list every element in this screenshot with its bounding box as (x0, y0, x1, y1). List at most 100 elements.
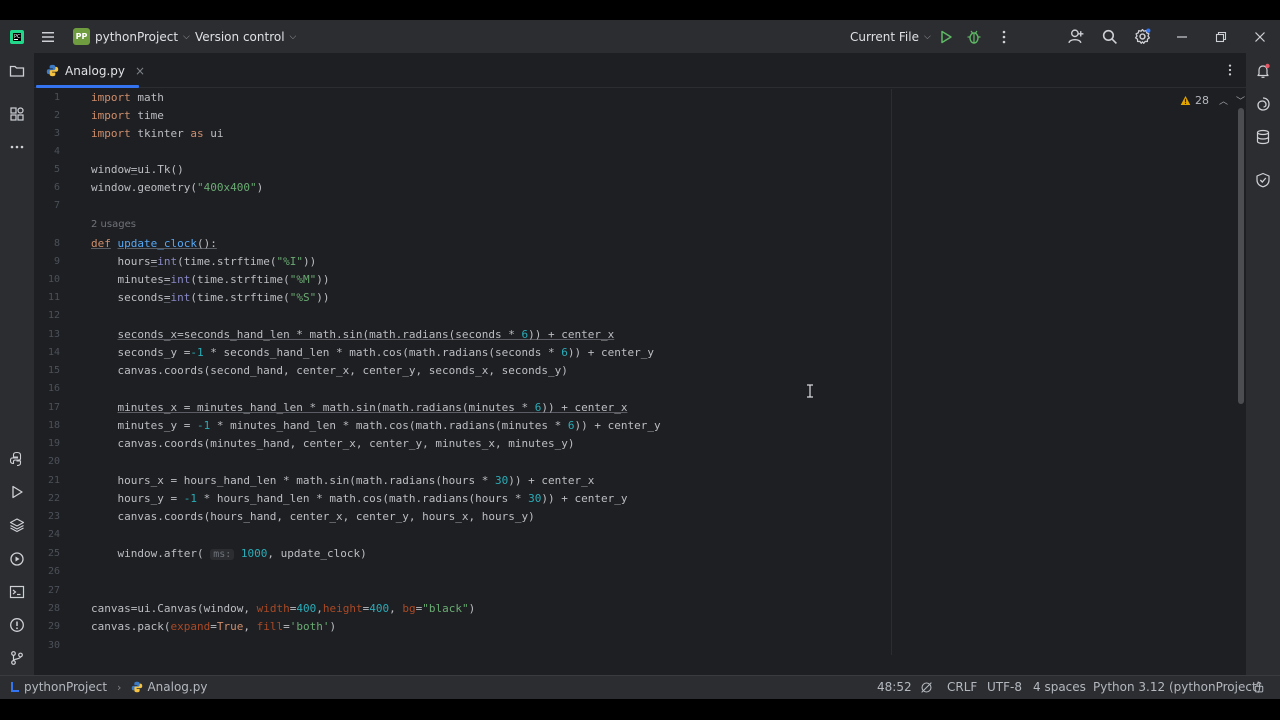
active-tab-indicator (36, 85, 139, 88)
line-separator[interactable]: CRLF (947, 675, 977, 699)
chevron-right-icon: › (117, 680, 122, 694)
code-line[interactable]: import math (91, 89, 164, 107)
settings-icon[interactable] (1134, 20, 1151, 53)
line-number: 26 (47, 566, 60, 577)
line-number: 4 (53, 146, 60, 157)
tab-close-icon[interactable]: × (135, 64, 145, 78)
problems-icon[interactable] (7, 615, 27, 635)
line-number: 22 (47, 493, 60, 504)
git-branch-icon[interactable] (7, 648, 27, 668)
python-interpreter[interactable]: Python 3.12 (pythonProject) (1093, 675, 1261, 699)
run-icon[interactable] (938, 20, 954, 53)
add-user-icon[interactable] (1068, 20, 1085, 53)
more-horizontal-icon[interactable] (7, 137, 27, 157)
screen-letterbox (0, 699, 1280, 720)
power-save-icon[interactable] (920, 675, 933, 699)
line-number: 3 (53, 128, 60, 139)
close-icon[interactable] (1253, 20, 1267, 53)
indent-setting[interactable]: 4 spaces (1033, 675, 1086, 699)
run-tool-icon[interactable] (7, 482, 27, 502)
module-icon (10, 681, 20, 693)
caret-position[interactable]: 48:52 (877, 675, 912, 699)
code-line[interactable]: hours_y = -1 * hours_hand_len * math.cos… (91, 490, 627, 508)
notifications-icon[interactable] (1253, 61, 1273, 81)
shield-check-icon[interactable] (1253, 170, 1273, 190)
database-icon[interactable] (1253, 127, 1273, 147)
code-line[interactable]: hours_x = hours_hand_len * math.sin(math… (91, 472, 594, 490)
run-config-selector[interactable]: Current File ⌵ (850, 20, 931, 53)
line-number: 17 (47, 402, 60, 413)
code-line[interactable]: canvas=ui.Canvas(window, width=400,heigh… (91, 600, 475, 618)
text-cursor-icon (806, 384, 814, 398)
terminal-icon[interactable] (7, 582, 27, 602)
code-editor[interactable]: 1 import math 2 import time 3 import tkinte… (34, 89, 1246, 675)
breadcrumb: pythonProject › Analog.py (10, 675, 207, 699)
code-line[interactable]: hours=int(time.strftime("%I")) (91, 253, 316, 271)
line-number: 1 (53, 92, 60, 103)
tab-analog-py[interactable]: Analog.py × (40, 53, 151, 88)
line-number: 5 (53, 164, 60, 175)
code-line[interactable]: canvas.pack(expand=True, fill='both') (91, 618, 336, 636)
line-number: 15 (47, 365, 60, 376)
code-line[interactable]: minutes_x = minutes_hand_len * math.sin(… (91, 399, 628, 417)
line-number: 14 (47, 347, 60, 358)
line-number: 23 (47, 511, 60, 522)
line-number: 27 (47, 585, 60, 596)
vcs-label: Version control (195, 29, 285, 44)
vcs-menu[interactable]: Version control ⌵ (195, 20, 296, 53)
minimize-icon[interactable] (1175, 20, 1189, 53)
python-file-icon (46, 64, 59, 77)
file-encoding[interactable]: UTF-8 (987, 675, 1022, 699)
folder-icon[interactable] (7, 61, 27, 81)
line-number: 18 (47, 420, 60, 431)
run-config-label: Current File (850, 29, 919, 44)
usages-hint[interactable]: 2 usages (91, 216, 136, 234)
code-line[interactable]: window.after( ms: 1000, update_clock) (91, 545, 367, 564)
structure-icon[interactable] (7, 104, 27, 124)
code-line[interactable]: canvas.coords(hours_hand, center_x, cent… (91, 508, 534, 526)
title-bar (0, 20, 1280, 53)
line-number: 12 (47, 310, 60, 321)
code-line[interactable]: window.geometry("400x400") (91, 179, 263, 197)
code-line[interactable]: window=ui.Tk() (91, 161, 184, 179)
lock-icon[interactable] (1253, 675, 1265, 699)
breadcrumb-project[interactable]: pythonProject (24, 680, 107, 694)
svg-text:PC: PC (14, 34, 21, 40)
debug-icon[interactable] (966, 20, 982, 53)
chevron-down-icon: ⌵ (923, 31, 931, 42)
code-line[interactable]: minutes=int(time.strftime("%M")) (91, 271, 329, 289)
line-number: 13 (47, 329, 60, 340)
breadcrumb-file[interactable]: Analog.py (147, 680, 207, 694)
code-line[interactable]: seconds_x=seconds_hand_len * math.sin(ma… (91, 326, 615, 344)
python-file-icon (131, 681, 143, 693)
code-line[interactable]: minutes_y = -1 * minutes_hand_len * math… (91, 417, 660, 435)
code-line[interactable]: canvas.coords(minutes_hand, center_x, ce… (91, 435, 574, 453)
services-icon[interactable] (7, 549, 27, 569)
python-console-icon[interactable] (7, 449, 27, 469)
code-line[interactable]: def update_clock(): (91, 235, 217, 253)
line-number: 20 (47, 456, 60, 467)
line-number: 19 (47, 438, 60, 449)
code-line[interactable]: seconds=int(time.strftime("%S")) (91, 289, 329, 307)
project-selector[interactable]: PP pythonProject ⌵ (73, 20, 190, 53)
code-line[interactable]: import time (91, 107, 164, 125)
more-vertical-icon[interactable] (996, 20, 1012, 53)
line-number: 21 (47, 475, 60, 486)
line-number: 25 (47, 548, 60, 559)
more-vertical-icon[interactable] (1222, 62, 1238, 78)
tab-label: Analog.py (65, 63, 125, 78)
line-number: 11 (47, 292, 60, 303)
line-number: 2 (53, 110, 60, 121)
hamburger-menu-icon[interactable] (40, 20, 56, 53)
pycharm-logo-icon[interactable]: PC (9, 20, 25, 53)
search-icon[interactable] (1101, 20, 1118, 53)
code-line[interactable]: canvas.coords(second_hand, center_x, cen… (91, 362, 567, 380)
code-line[interactable]: seconds_y =-1 * seconds_hand_len * math.… (91, 344, 653, 362)
project-badge: PP (73, 28, 90, 45)
code-line[interactable]: import tkinter as ui (91, 125, 223, 143)
chevron-down-icon: ⌵ (183, 31, 190, 42)
ai-assistant-icon[interactable] (1253, 94, 1273, 114)
restore-icon[interactable] (1214, 20, 1228, 53)
layers-icon[interactable] (7, 515, 27, 535)
line-number: 29 (47, 621, 60, 632)
